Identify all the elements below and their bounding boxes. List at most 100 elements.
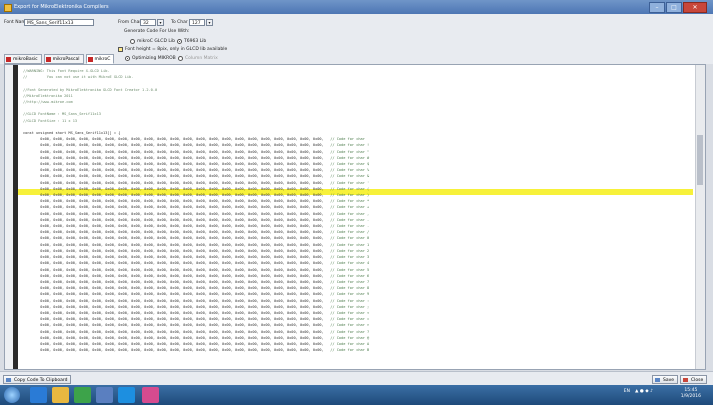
hex-bytes: 0x00, 0x00, 0x00, 0x00, 0x00, 0x00, 0x00…: [23, 193, 331, 198]
app-icon: [4, 4, 12, 12]
to-char-stepper[interactable]: ▾: [206, 19, 213, 26]
row-comment: // Code for char ): [330, 193, 370, 198]
code-text[interactable]: //WARNING: This Font Require X-GLCD Lib.…: [23, 68, 695, 368]
row-comment: // Code for char 2: [330, 248, 370, 253]
maximize-button[interactable]: □: [666, 2, 682, 13]
row-comment: // Code for char A: [330, 341, 370, 346]
hex-bytes: 0x00, 0x00, 0x00, 0x00, 0x00, 0x00, 0x00…: [23, 317, 331, 322]
radio-glcd-lib[interactable]: [130, 39, 135, 44]
from-char-label: From Char: [118, 20, 142, 25]
minimize-button[interactable]: –: [649, 2, 665, 13]
hex-bytes: 0x00, 0x00, 0x00, 0x00, 0x00, 0x00, 0x00…: [23, 255, 331, 260]
window-title: Export for MikroElektronika Compilers: [14, 4, 109, 10]
row-comment: // Code for char 4: [330, 261, 370, 266]
hex-bytes: 0x00, 0x00, 0x00, 0x00, 0x00, 0x00, 0x00…: [23, 205, 331, 210]
radio-optimizing[interactable]: [125, 56, 130, 61]
hex-bytes: 0x00, 0x00, 0x00, 0x00, 0x00, 0x00, 0x00…: [23, 174, 331, 179]
row-comment: // Code for char 3: [330, 255, 370, 260]
close-button[interactable]: Close: [680, 375, 708, 384]
explorer-icon[interactable]: [52, 387, 69, 403]
row-comment: // Code for char ,: [330, 211, 370, 216]
radio-glcd-lib-label: mikroC GLCD Lib: [137, 39, 175, 44]
save-button[interactable]: Save: [652, 375, 679, 384]
hex-bytes: 0x00, 0x00, 0x00, 0x00, 0x00, 0x00, 0x00…: [23, 304, 331, 309]
ie-icon[interactable]: [30, 387, 47, 403]
language-tabs: mikroBasic mikroPascal mikroC: [4, 54, 115, 64]
app-icon-taskbar[interactable]: [96, 387, 113, 403]
row-comment: // Code for char >: [330, 323, 370, 328]
row-comment: // Code for char 9: [330, 292, 370, 297]
hex-bytes: 0x00, 0x00, 0x00, 0x00, 0x00, 0x00, 0x00…: [23, 143, 331, 148]
row-comment: // Code for char @: [330, 335, 370, 340]
row-comment: // Code for char -: [330, 217, 370, 222]
row-comment: // Code for char ": [330, 149, 370, 154]
editor-gutter: [13, 65, 18, 369]
font-creator-icon[interactable]: [142, 387, 159, 403]
hex-bytes: 0x00, 0x00, 0x00, 0x00, 0x00, 0x00, 0x00…: [23, 199, 331, 204]
radio-column-matrix-label: Column Matrix: [185, 56, 218, 61]
tab-mikroc[interactable]: mikroC: [85, 54, 115, 64]
code-editor[interactable]: //WARNING: This Font Require X-GLCD Lib.…: [4, 64, 706, 370]
row-comment: // Code for char: [330, 137, 365, 142]
hex-bytes: 0x00, 0x00, 0x00, 0x00, 0x00, 0x00, 0x00…: [23, 186, 331, 191]
from-char-stepper[interactable]: ▾: [157, 19, 164, 26]
hex-bytes: 0x00, 0x00, 0x00, 0x00, 0x00, 0x00, 0x00…: [23, 323, 331, 328]
hex-bytes: 0x00, 0x00, 0x00, 0x00, 0x00, 0x00, 0x00…: [23, 230, 331, 235]
hex-bytes: 0x00, 0x00, 0x00, 0x00, 0x00, 0x00, 0x00…: [23, 279, 331, 284]
mikroc-icon: [87, 56, 93, 62]
row-comment: // Code for char =: [330, 317, 370, 322]
hex-bytes: 0x00, 0x00, 0x00, 0x00, 0x00, 0x00, 0x00…: [23, 211, 331, 216]
hex-bytes: 0x00, 0x00, 0x00, 0x00, 0x00, 0x00, 0x00…: [23, 162, 331, 167]
title-bar: Export for MikroElektronika Compilers – …: [0, 0, 713, 14]
font-name-input[interactable]: MS_Sans_Serif11x13: [24, 19, 94, 26]
row-comment: // Code for char :: [330, 298, 370, 303]
row-comment: // Code for char 0: [330, 236, 370, 241]
network-app-icon[interactable]: [118, 387, 135, 403]
hex-bytes: 0x00, 0x00, 0x00, 0x00, 0x00, 0x00, 0x00…: [23, 248, 331, 253]
tab-mikropascal[interactable]: mikroPascal: [43, 54, 84, 64]
hex-bytes: 0x00, 0x00, 0x00, 0x00, 0x00, 0x00, 0x00…: [23, 180, 331, 185]
to-char-input[interactable]: 127: [189, 19, 205, 26]
row-comment: // Code for char 1: [330, 242, 370, 247]
tray-icons[interactable]: ▲ ● ◆ ♪: [635, 389, 653, 394]
windows-taskbar: EN ▲ ● ◆ ♪ 15:45 1/9/2016: [0, 385, 713, 405]
hex-bytes: 0x00, 0x00, 0x00, 0x00, 0x00, 0x00, 0x00…: [23, 329, 331, 334]
hex-bytes: 0x00, 0x00, 0x00, 0x00, 0x00, 0x00, 0x00…: [23, 335, 331, 340]
hex-bytes: 0x00, 0x00, 0x00, 0x00, 0x00, 0x00, 0x00…: [23, 310, 331, 315]
copy-to-clipboard-button[interactable]: Copy Code To Clipboard: [3, 375, 72, 384]
window-controls: – □ ✕: [649, 2, 707, 13]
start-button[interactable]: [4, 387, 20, 403]
media-icon[interactable]: [74, 387, 91, 403]
row-comment: // Code for char 6: [330, 273, 370, 278]
scrollbar-thumb[interactable]: [697, 135, 703, 185]
row-comment: // Code for char <: [330, 310, 370, 315]
radio-optimizing-label: Optimizing MIKROB: [132, 56, 176, 61]
tab-mikrobasic[interactable]: mikroBasic: [4, 54, 42, 64]
radio-t6963-lib-label: T6963 Lib: [184, 39, 207, 44]
row-comment: // Code for char +: [330, 205, 370, 210]
radio-column-matrix[interactable]: [178, 56, 183, 61]
vertical-scrollbar[interactable]: [695, 65, 705, 369]
font-height-label: Font height = 8pix, only in GLCD lib ava…: [125, 47, 228, 52]
row-comment: // Code for char (: [330, 186, 370, 191]
from-char-input[interactable]: 32: [140, 19, 156, 26]
row-comment: // Code for char 7: [330, 279, 370, 284]
row-comment: // Code for char $: [330, 162, 370, 167]
row-comment: // Code for char %: [330, 168, 370, 173]
code-data-row: 0x00, 0x00, 0x00, 0x00, 0x00, 0x00, 0x00…: [23, 347, 695, 353]
hex-bytes: 0x00, 0x00, 0x00, 0x00, 0x00, 0x00, 0x00…: [23, 267, 331, 272]
bottom-bar: Copy Code To Clipboard Save Close: [0, 371, 713, 386]
row-comment: // Code for char 5: [330, 267, 370, 272]
close-window-button[interactable]: ✕: [683, 2, 707, 13]
radio-t6963-lib[interactable]: [177, 39, 182, 44]
hex-bytes: 0x00, 0x00, 0x00, 0x00, 0x00, 0x00, 0x00…: [23, 341, 331, 346]
font-height-checkbox[interactable]: [118, 47, 123, 52]
clock[interactable]: 15:45 1/9/2016: [681, 388, 701, 400]
copy-icon: [6, 378, 11, 382]
hex-bytes: 0x00, 0x00, 0x00, 0x00, 0x00, 0x00, 0x00…: [23, 242, 331, 247]
system-tray: EN ▲ ● ◆ ♪: [624, 389, 653, 394]
language-indicator[interactable]: EN: [624, 389, 630, 394]
hex-bytes: 0x00, 0x00, 0x00, 0x00, 0x00, 0x00, 0x00…: [23, 286, 331, 291]
hex-bytes: 0x00, 0x00, 0x00, 0x00, 0x00, 0x00, 0x00…: [23, 137, 331, 142]
row-comment: // Code for char 8: [330, 286, 370, 291]
